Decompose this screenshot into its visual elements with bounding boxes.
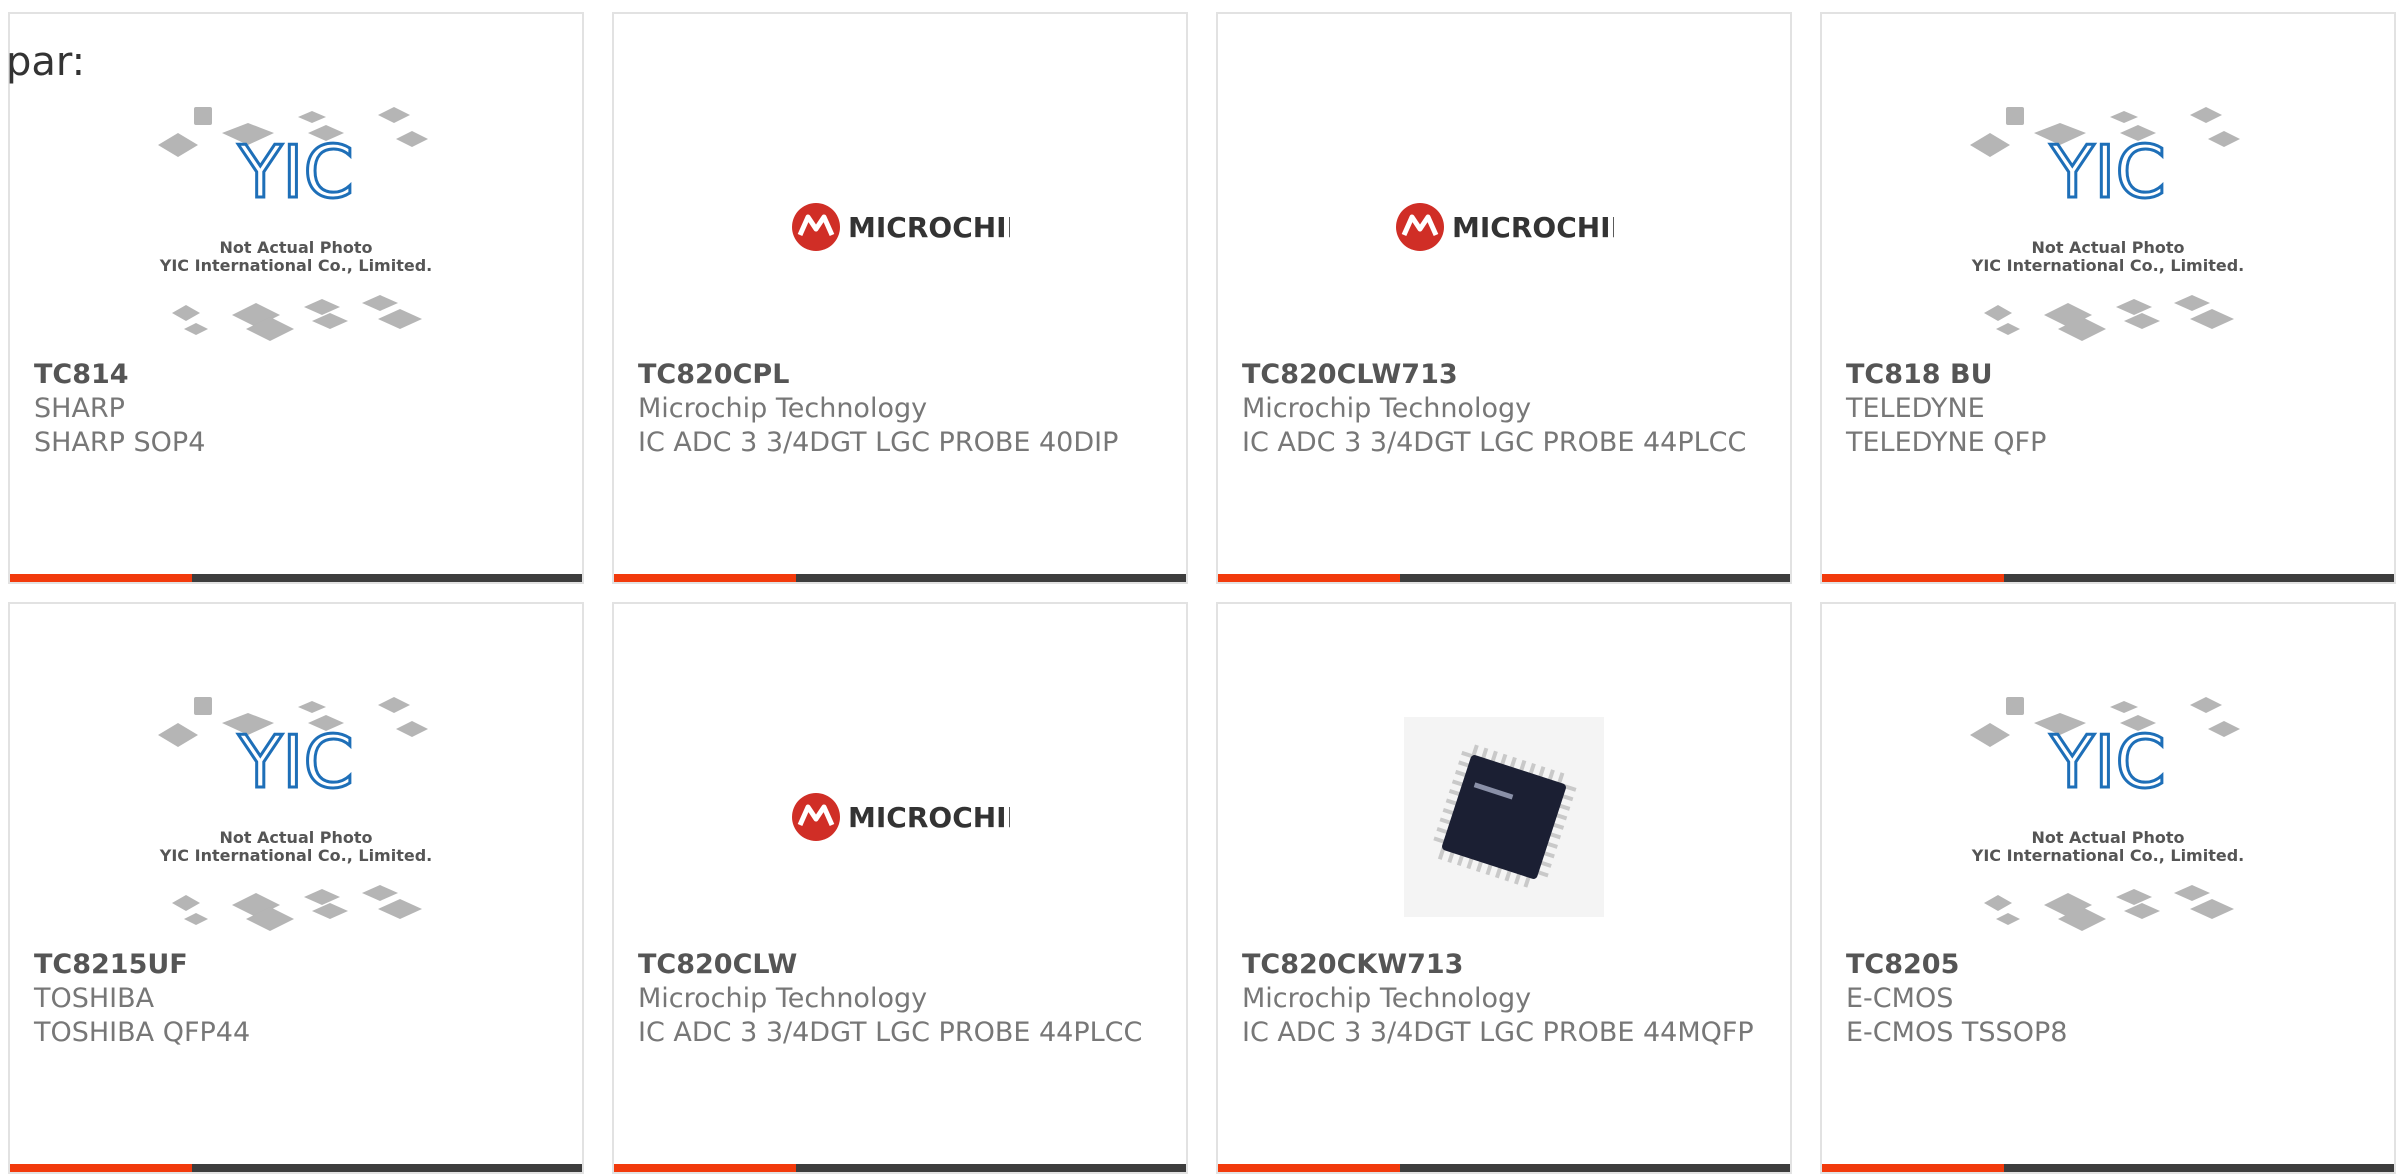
- placeholder-line1: Not Actual Photo: [2031, 238, 2184, 257]
- product-card[interactable]: YIC Not Actual Photo YIC International C…: [1820, 12, 2396, 584]
- placeholder-line2: YIC International Co., Limited.: [159, 256, 432, 275]
- description: IC ADC 3 3/4DGT LGC PROBE 44MQFP: [1242, 1017, 1754, 1048]
- card-bottom-bar: [614, 1164, 1186, 1172]
- chip-photo-icon: [1404, 717, 1604, 917]
- part-number[interactable]: TC820CKW713: [1242, 948, 1770, 982]
- product-image[interactable]: MICROCHIP: [614, 690, 1186, 944]
- product-card[interactable]: YIC Not Actual Photo YIC International C…: [1820, 602, 2396, 1174]
- microchip-logo-text: MICROCHIP: [1452, 211, 1614, 244]
- card-bottom-bar: [1218, 574, 1790, 582]
- yic-logo: YIC: [2049, 720, 2166, 804]
- manufacturer: Microchip Technology: [638, 393, 928, 424]
- card-bottom-bar: [1822, 1164, 2394, 1172]
- placeholder-line1: Not Actual Photo: [2031, 828, 2184, 847]
- product-card[interactable]: MICROCHIP TC820CLW713 Microchip Technolo…: [1216, 12, 1792, 584]
- product-image[interactable]: YIC Not Actual Photo YIC International C…: [10, 690, 582, 944]
- placeholder-line2: YIC International Co., Limited.: [159, 846, 432, 865]
- part-number[interactable]: TC820CPL: [638, 358, 1166, 392]
- microchip-logo-text: MICROCHIP: [848, 801, 1010, 834]
- microchip-logo-icon: MICROCHIP: [792, 793, 1010, 841]
- card-bottom-bar: [10, 574, 582, 582]
- placeholder-image-icon: YIC Not Actual Photo YIC International C…: [1970, 107, 2244, 341]
- product-image[interactable]: YIC Not Actual Photo YIC International C…: [1822, 100, 2394, 354]
- description: IC ADC 3 3/4DGT LGC PROBE 40DIP: [638, 427, 1119, 458]
- product-card[interactable]: MICROCHIP TC820CPL Microchip Technology …: [612, 12, 1188, 584]
- product-card[interactable]: MICROCHIP TC820CLW Microchip Technology …: [612, 602, 1188, 1174]
- product-card[interactable]: YIC Not Actual Photo YIC International C…: [8, 602, 584, 1174]
- card-bottom-bar: [1822, 574, 2394, 582]
- par-label: par:: [6, 39, 86, 85]
- description: E-CMOS TSSOP8: [1846, 1017, 2068, 1048]
- description: SHARP SOP4: [34, 427, 206, 458]
- card-bottom-bar: [10, 1164, 582, 1172]
- manufacturer: Microchip Technology: [1242, 393, 1532, 424]
- part-number[interactable]: TC8205: [1846, 948, 2374, 982]
- microchip-logo-text: MICROCHIP: [848, 211, 1010, 244]
- manufacturer: TOSHIBA: [34, 983, 155, 1014]
- placeholder-line1: Not Actual Photo: [219, 238, 372, 257]
- product-image[interactable]: MICROCHIP: [1218, 100, 1790, 354]
- description: TOSHIBA QFP44: [34, 1017, 251, 1048]
- yic-logo: YIC: [237, 130, 354, 214]
- product-card[interactable]: TC820CKW713 Microchip Technology IC ADC …: [1216, 602, 1792, 1174]
- product-image[interactable]: MICROCHIP: [614, 100, 1186, 354]
- placeholder-line2: YIC International Co., Limited.: [1971, 846, 2244, 865]
- placeholder-line1: Not Actual Photo: [219, 828, 372, 847]
- microchip-logo-icon: MICROCHIP: [792, 203, 1010, 251]
- manufacturer: Microchip Technology: [1242, 983, 1532, 1014]
- manufacturer: SHARP: [34, 393, 125, 424]
- manufacturer: E-CMOS: [1846, 983, 1954, 1014]
- description: IC ADC 3 3/4DGT LGC PROBE 44PLCC: [638, 1017, 1143, 1048]
- placeholder-image-icon: YIC Not Actual Photo YIC International C…: [158, 697, 432, 931]
- placeholder-image-icon: YIC Not Actual Photo YIC International C…: [158, 107, 432, 341]
- description: TELEDYNE QFP: [1846, 427, 2047, 458]
- card-bottom-bar: [614, 574, 1186, 582]
- product-image[interactable]: [1218, 690, 1790, 944]
- product-card[interactable]: YIC Not Actual Photo YIC International C…: [8, 12, 584, 584]
- part-number[interactable]: TC818 BU: [1846, 358, 2374, 392]
- placeholder-line2: YIC International Co., Limited.: [1971, 256, 2244, 275]
- part-number[interactable]: TC820CLW: [638, 948, 1166, 982]
- manufacturer: TELEDYNE: [1846, 393, 1985, 424]
- part-number[interactable]: TC820CLW713: [1242, 358, 1770, 392]
- product-image[interactable]: YIC Not Actual Photo YIC International C…: [1822, 690, 2394, 944]
- product-image[interactable]: YIC Not Actual Photo YIC International C…: [10, 100, 582, 354]
- part-number[interactable]: TC8215UF: [34, 948, 562, 982]
- yic-logo: YIC: [237, 720, 354, 804]
- manufacturer: Microchip Technology: [638, 983, 928, 1014]
- description: IC ADC 3 3/4DGT LGC PROBE 44PLCC: [1242, 427, 1747, 458]
- yic-logo: YIC: [2049, 130, 2166, 214]
- part-number[interactable]: TC814: [34, 358, 562, 392]
- placeholder-image-icon: YIC Not Actual Photo YIC International C…: [1970, 697, 2244, 931]
- microchip-logo-icon: MICROCHIP: [1396, 203, 1614, 251]
- card-bottom-bar: [1218, 1164, 1790, 1172]
